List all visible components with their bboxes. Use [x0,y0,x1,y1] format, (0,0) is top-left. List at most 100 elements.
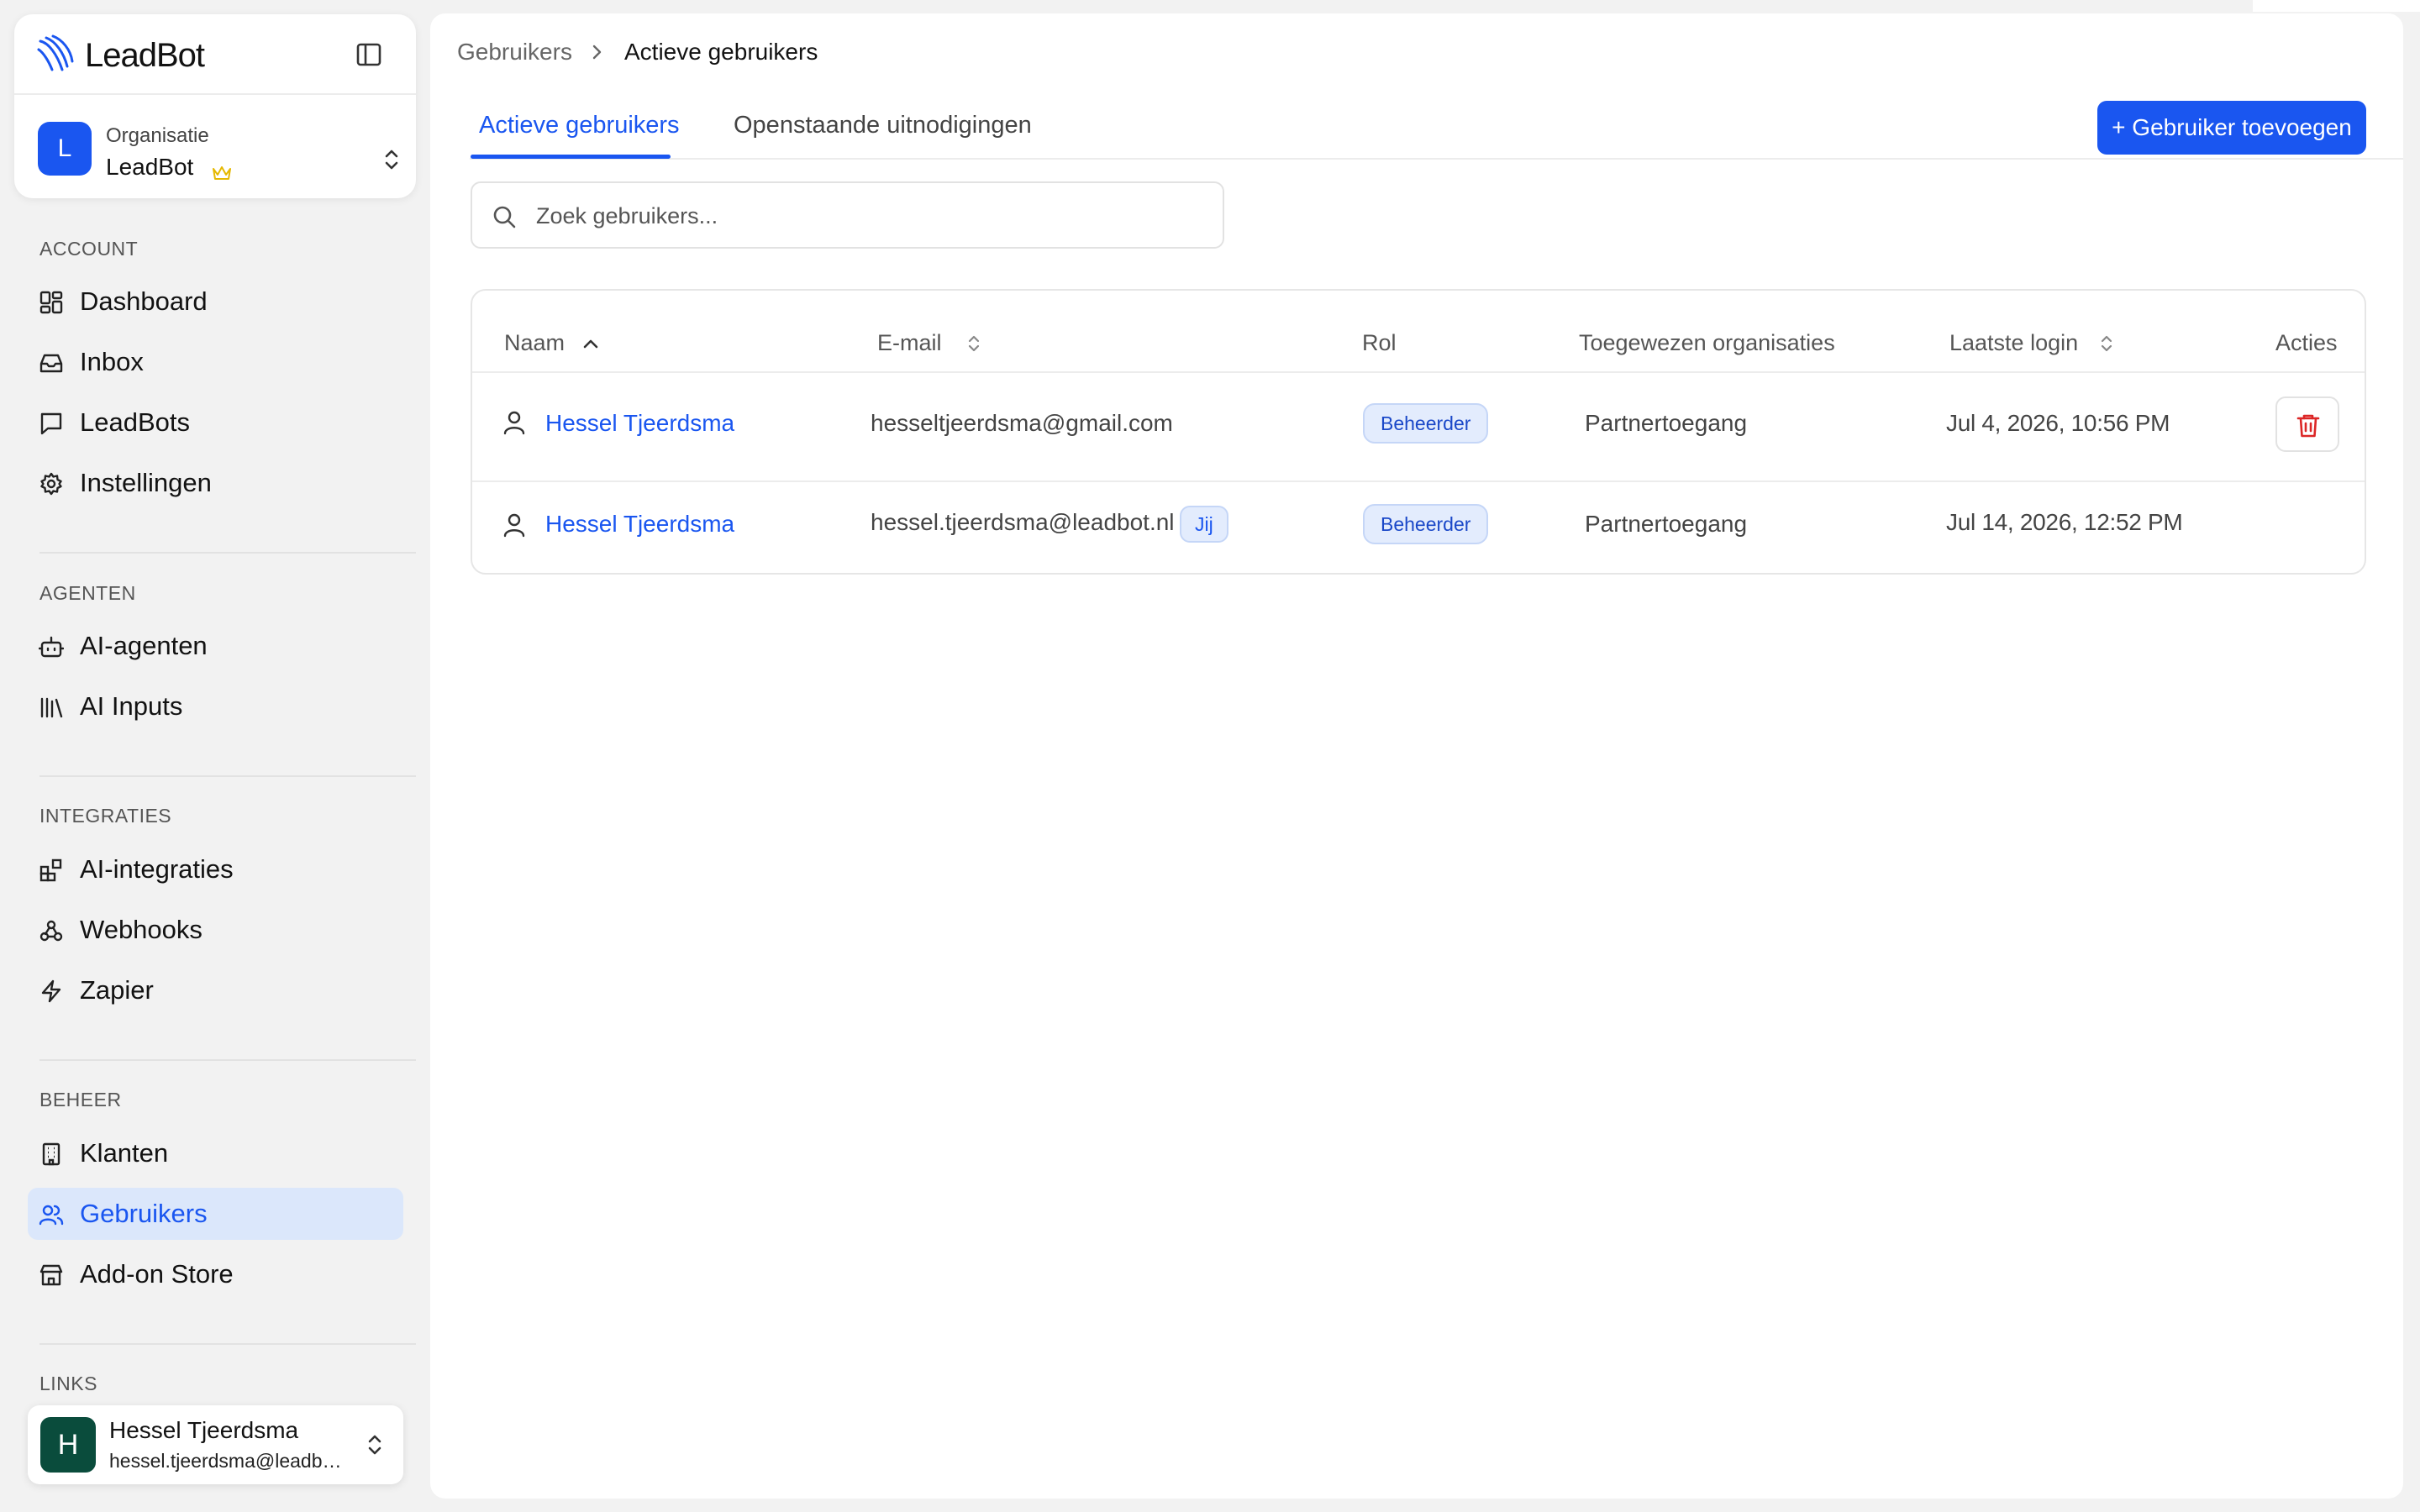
breadcrumb-current: Actieve gebruikers [624,39,818,65]
brand-card: LeadBot L Organisatie LeadBot [14,14,416,198]
table-row: Hessel Tjeerdsma hesseltjeerdsma@gmail.c… [472,373,2365,474]
search-icon [493,206,516,228]
brand-row: LeadBot [14,14,416,95]
sort-icon[interactable] [2096,333,2118,354]
column-header-rol: Rol [1362,330,1397,355]
column-header-acties: Acties [2275,330,2338,355]
store-icon [39,1264,63,1286]
you-badge: Jij [1180,506,1228,543]
sidebar-item-label: Webhooks [80,915,203,944]
dashboard-icon [39,291,63,314]
tab-actieve-gebruikers[interactable]: Actieve gebruikers [479,111,680,139]
section-label-integraties: INTEGRATIES [39,805,172,827]
chat-icon [40,412,62,435]
leadbot-logo-icon [37,34,74,71]
sidebar-item-webhooks[interactable]: Webhooks [28,904,403,956]
sidebar-item-dashboard[interactable]: Dashboard [28,276,403,328]
last-login: Jul 14, 2026, 12:52 PM [1946,509,2183,535]
section-label-account: ACCOUNT [39,238,139,260]
avatar: H [40,1417,96,1473]
sidebar-item-inbox[interactable]: Inbox [28,336,403,388]
sidebar-item-label: Zapier [80,975,154,1005]
organization-switcher[interactable]: L Organisatie LeadBot [14,95,416,198]
sidebar-item-klanten[interactable]: Klanten [28,1127,403,1179]
column-header-naam[interactable]: Naam [504,329,565,356]
sidebar-item-ai-inputs[interactable]: AI Inputs [28,680,403,732]
gear-icon [40,472,62,496]
org-avatar: L [38,122,92,176]
sidebar-item-gebruikers[interactable]: Gebruikers [28,1188,403,1240]
last-login: Jul 4, 2026, 10:56 PM [1946,410,2170,436]
sidebar-item-label: AI-integraties [80,854,234,884]
user-email: hesseltjeerdsma@gmail.com [871,410,1173,436]
user-menu[interactable]: H Hessel Tjeerdsma hessel.tjeerdsma@lead… [28,1405,403,1484]
column-header-laatste-login[interactable]: Laatste login [1949,329,2078,356]
sidebar-item-label: Instellingen [80,468,212,497]
sidebar-item-label: AI Inputs [80,691,183,721]
active-tab-indicator [471,155,671,159]
chevron-up-down-icon[interactable] [377,145,406,174]
user-email: hessel.tjeerdsma@leadbot.nl [871,509,1175,535]
sidebar-item-leadbots[interactable]: LeadBots [28,396,403,449]
zap-icon [41,979,61,1003]
role-badge: Beheerder [1363,504,1489,544]
chevron-up-down-icon[interactable] [360,1431,389,1459]
trash-icon [2296,414,2320,438]
user-icon [503,513,525,538]
column-header-toegewezen-organisaties: Toegewezen organisaties [1579,330,1835,355]
sidebar-item-label: Gebruikers [80,1199,208,1228]
blocks-icon [39,858,62,882]
tabs-divider [470,158,2403,160]
divider [39,1343,416,1345]
breadcrumb-parent[interactable]: Gebruikers [457,39,572,66]
tab-openstaande-uitnodigingen[interactable]: Openstaande uitnodigingen [734,111,1032,139]
users-table: Naam E-mail Rol Toegewezen organisaties … [471,289,2366,575]
org-label: Organisatie [106,124,209,147]
user-icon [503,411,525,435]
user-name: Hessel Tjeerdsma [109,1417,299,1443]
sidebar: LeadBot L Organisatie LeadBot ACCOUNT Da [0,0,429,1512]
webhook-icon [39,920,63,942]
user-email: hessel.tjeerdsma@leadbot.nl [109,1450,346,1472]
sidebar-item-label: Klanten [80,1138,169,1168]
sidebar-item-instellingen[interactable]: Instellingen [28,457,403,509]
section-label-agenten: AGENTEN [39,582,136,604]
crown-icon [213,166,231,180]
assigned-orgs: Partnertoegang [1585,410,1748,436]
building-icon [42,1142,60,1166]
sidebar-item-ai-agenten[interactable]: AI-agenten [28,620,403,672]
search-box [471,181,1224,249]
divider [39,1059,416,1061]
delete-user-button[interactable] [2275,396,2339,452]
divider [39,775,416,777]
chevron-right-icon [592,45,602,60]
role-badge: Beheerder [1363,403,1489,444]
inbox-icon [39,354,63,373]
sidebar-toggle-icon[interactable] [354,39,384,70]
add-user-button[interactable]: + Gebruiker toevoegen [2097,101,2366,155]
users-icon [39,1205,64,1226]
sidebar-item-zapier[interactable]: Zapier [28,964,403,1016]
section-label-links: LINKS [39,1373,97,1394]
assigned-orgs: Partnertoegang [1585,511,1748,537]
sidebar-item-label: Add-on Store [80,1259,234,1289]
sort-ascending-icon[interactable] [580,333,602,354]
sidebar-item-label: Dashboard [80,286,208,316]
search-input[interactable] [536,197,1200,235]
section-label-beheer: BEHEER [39,1089,122,1110]
user-name-link[interactable]: Hessel Tjeerdsma [545,410,734,437]
library-icon [40,697,63,718]
column-header-email[interactable]: E-mail [877,329,942,356]
sidebar-item-add-on-store[interactable]: Add-on Store [28,1248,403,1300]
main-panel: Gebruikers Actieve gebruikers Actieve ge… [430,13,2403,1499]
sidebar-item-label: Inbox [80,347,144,376]
divider [39,552,416,554]
table-row: Hessel Tjeerdsma hessel.tjeerdsma@leadbo… [472,482,2365,583]
user-name-link[interactable]: Hessel Tjeerdsma [545,511,734,538]
sidebar-item-ai-integraties[interactable]: AI-integraties [28,843,403,895]
bot-icon [39,636,64,658]
sidebar-item-label: AI-agenten [80,631,208,660]
window-edge [2253,0,2420,12]
sidebar-item-label: LeadBots [80,407,190,437]
sort-icon[interactable] [963,333,985,354]
